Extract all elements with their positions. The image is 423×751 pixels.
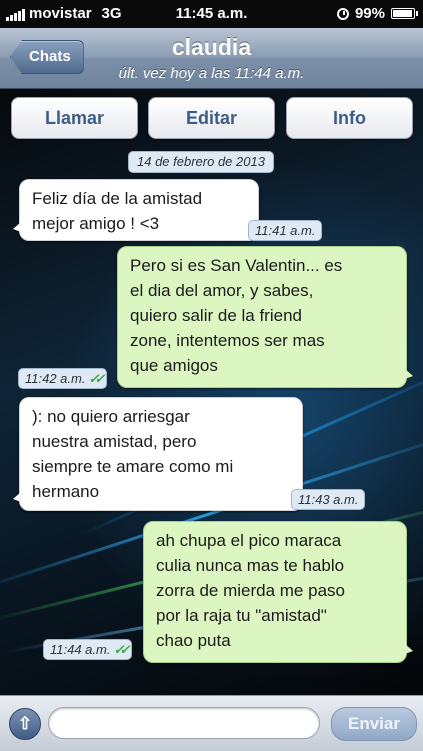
double-check-icon: ✓✓ (113, 642, 130, 657)
message-line: mejor amigo ! <3 (32, 214, 160, 233)
message-time: 11:44 a.m. ✓✓ (43, 639, 133, 660)
message-line: quiero salir de la friend (130, 306, 302, 325)
message-text: Feliz día de la amistad mejor amigo ! <3 (32, 186, 202, 236)
call-button[interactable]: Llamar (11, 97, 138, 139)
status-right: 99% (336, 5, 418, 22)
bubble-tail (13, 492, 21, 502)
time-text: 11:44 a.m. (50, 642, 111, 657)
time-text: 11:42 a.m. (25, 371, 86, 386)
time-text: 11:41 a.m. (255, 223, 316, 238)
bubble-tail (13, 222, 21, 232)
nav-bar: Chats claudia últ. vez hoy a las 11:44 a… (0, 28, 423, 89)
message-text: ): no quiero arriesgar nuestra amistad, p… (32, 404, 233, 504)
message-line: ): no quiero arriesgar (32, 407, 190, 426)
date-separator: 14 de febrero de 2013 (128, 151, 274, 173)
message-time: 11:42 a.m. ✓✓ (18, 368, 108, 389)
incoming-message[interactable]: Feliz día de la amistad mejor amigo ! <3 (13, 179, 259, 241)
message-time: 11:41 a.m. (248, 220, 323, 241)
clock-icon (336, 7, 349, 20)
message-line: zorra de mierda me paso (156, 581, 345, 600)
message-line: que amigos (130, 356, 218, 375)
action-row: Llamar Editar Info (0, 97, 423, 141)
message-text: ah chupa el pico maraca culia nunca mas t… (156, 528, 345, 653)
battery-fill (393, 10, 412, 17)
message-line: ah chupa el pico maraca (156, 531, 342, 550)
message-line: zone, intentemos ser mas (130, 331, 325, 350)
outgoing-message[interactable]: Pero si es San Valentin... es el dia del … (117, 246, 413, 388)
message-line: culia nunca mas te hablo (156, 556, 345, 575)
upload-arrow-icon[interactable]: ⇧ (9, 708, 41, 740)
edit-button[interactable]: Editar (148, 97, 275, 139)
outgoing-message[interactable]: ah chupa el pico maraca culia nunca mas t… (143, 521, 413, 663)
message-line: hermano (32, 482, 100, 501)
info-button[interactable]: Info (286, 97, 413, 139)
message-line: el dia del amor, y sabes, (130, 281, 314, 300)
send-button[interactable]: Enviar (331, 707, 417, 741)
message-line: nuestra amistad, pero (32, 432, 197, 451)
last-seen: últ. vez hoy a las 11:44 a.m. (118, 65, 305, 82)
battery-icon (391, 8, 418, 19)
input-bar: ⇧ Enviar (0, 695, 423, 751)
message-line: por la raja tu "amistad" (156, 606, 327, 625)
bubble-tail (405, 369, 413, 379)
incoming-message[interactable]: ): no quiero arriesgar nuestra amistad, p… (13, 397, 303, 511)
chat-area[interactable]: Llamar Editar Info 14 de febrero de 2013… (0, 89, 423, 695)
time-text: 11:43 a.m. (298, 492, 359, 507)
message-line: Pero si es San Valentin... es (130, 256, 343, 275)
status-bar: movistar 3G 11:45 a.m. 99% (0, 0, 423, 28)
message-time: 11:43 a.m. (291, 489, 366, 510)
message-text: Pero si es San Valentin... es el dia del … (130, 253, 342, 378)
message-input[interactable] (48, 707, 320, 739)
message-line: Feliz día de la amistad (32, 189, 203, 208)
battery-percent: 99% (354, 5, 385, 22)
bubble-tail (405, 644, 413, 654)
double-check-icon: ✓✓ (88, 371, 105, 386)
message-line: siempre te amare como mi (32, 457, 234, 476)
message-line: chao puta (156, 631, 231, 650)
contact-name: claudia (171, 34, 252, 60)
